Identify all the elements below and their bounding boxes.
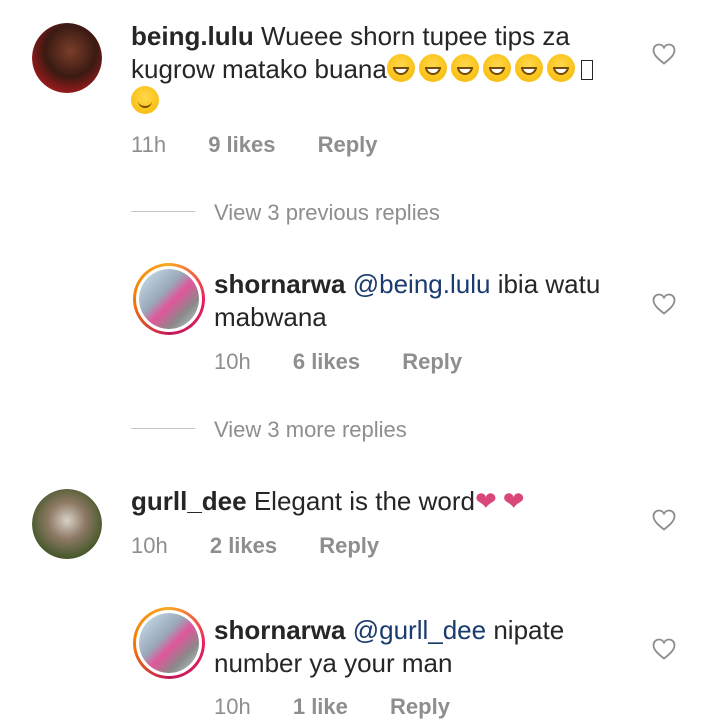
- mention-link[interactable]: @being.lulu: [353, 269, 491, 299]
- avatar-inner: [136, 266, 202, 332]
- comment-username[interactable]: shornarwa: [214, 615, 346, 645]
- view-previous-replies-link[interactable]: View 3 previous replies: [214, 200, 440, 226]
- grinning-emoji-icon: [546, 54, 575, 82]
- comment-time: 10h: [214, 349, 251, 374]
- comment-meta: 10h 2 likes Reply: [131, 533, 379, 559]
- comment-text: being.lulu Wueee shorn tupee tips za kug…: [131, 20, 621, 122]
- reply-button[interactable]: Reply: [319, 533, 379, 559]
- thread-divider: [131, 211, 195, 212]
- comment-time: 11h: [131, 132, 167, 157]
- like-heart-icon[interactable]: [652, 509, 676, 531]
- comment-time: 10h: [214, 694, 251, 719]
- mention-link[interactable]: @gurll_dee: [353, 615, 486, 645]
- avatar-image: [139, 269, 199, 329]
- missing-glyph-icon: [580, 60, 593, 80]
- avatar-image: [32, 489, 102, 559]
- avatar-image: [32, 23, 102, 93]
- likes-count[interactable]: 2 likes: [210, 533, 277, 559]
- avatar-image: [139, 613, 199, 673]
- comment-time: 10h: [131, 533, 168, 558]
- pink-heart-emoji-icon: ❤: [502, 486, 525, 516]
- comment-text: shornarwa @being.lulu ibia watu mabwana: [214, 268, 634, 334]
- likes-count[interactable]: 6 likes: [293, 349, 360, 375]
- grinning-emoji-icon: [450, 54, 479, 82]
- likes-count[interactable]: 1 like: [293, 694, 348, 720]
- comment-meta: 11h 9 likes Reply: [131, 132, 378, 158]
- comment-meta: 10h 1 like Reply: [214, 694, 450, 720]
- reply-button[interactable]: Reply: [390, 694, 450, 720]
- reply-button[interactable]: Reply: [318, 132, 378, 158]
- reply-button[interactable]: Reply: [402, 349, 462, 375]
- pink-heart-emoji-icon: ❤: [474, 486, 497, 516]
- comment-meta: 10h 6 likes Reply: [214, 349, 462, 375]
- avatar-inner: [136, 610, 202, 676]
- like-heart-icon[interactable]: [652, 293, 676, 315]
- like-heart-icon[interactable]: [652, 43, 676, 65]
- avatar[interactable]: [32, 23, 102, 93]
- grinning-emoji-icon: [386, 54, 415, 82]
- grinning-emoji-icon: [418, 54, 447, 82]
- comment-text: gurll_dee Elegant is the word❤ ❤: [131, 485, 631, 518]
- like-heart-icon[interactable]: [652, 638, 676, 660]
- comment-username[interactable]: being.lulu: [131, 21, 254, 51]
- smiling-emoji-icon: [131, 86, 159, 114]
- avatar[interactable]: [32, 489, 102, 559]
- grinning-emoji-icon: [514, 54, 543, 82]
- avatar[interactable]: [133, 263, 205, 335]
- comment-body: Elegant is the word: [253, 486, 475, 516]
- likes-count[interactable]: 9 likes: [208, 132, 275, 158]
- comment-username[interactable]: shornarwa: [214, 269, 346, 299]
- avatar[interactable]: [133, 607, 205, 679]
- thread-divider: [131, 428, 195, 429]
- comment-username[interactable]: gurll_dee: [131, 486, 247, 516]
- comment-text: shornarwa @gurll_dee nipate number ya yo…: [214, 614, 634, 680]
- grinning-emoji-icon: [482, 54, 511, 82]
- view-more-replies-link[interactable]: View 3 more replies: [214, 417, 407, 443]
